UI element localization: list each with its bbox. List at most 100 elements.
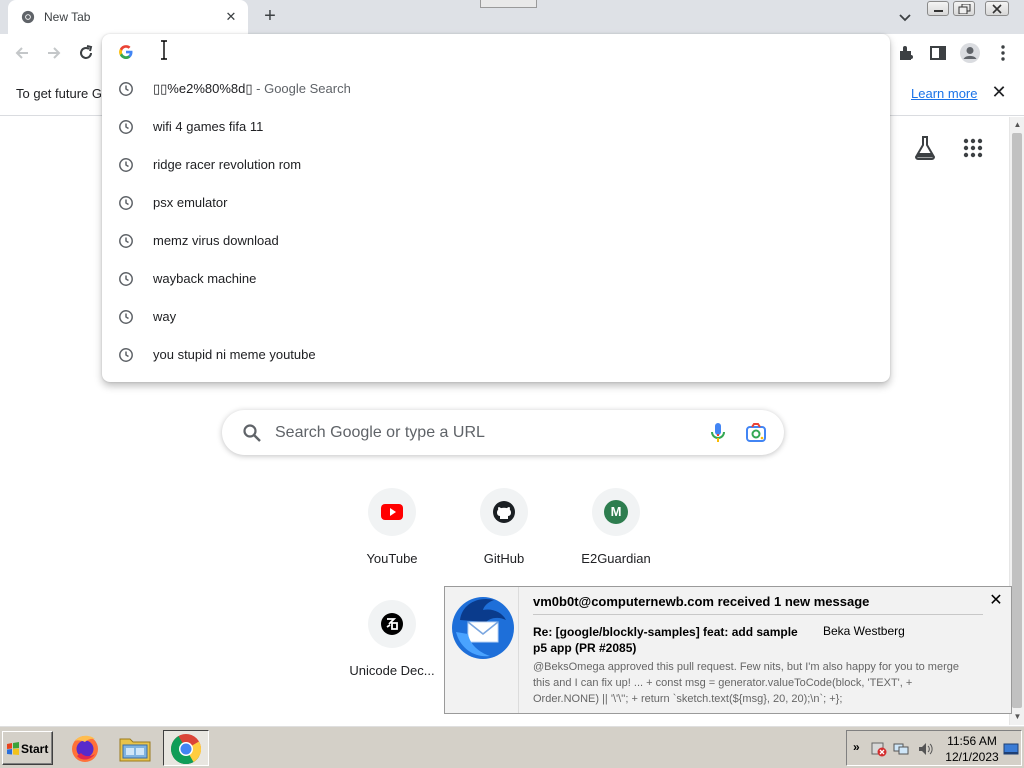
tab-close-icon[interactable]: ✕ bbox=[223, 9, 239, 25]
restore-button[interactable] bbox=[953, 1, 975, 16]
omnibox-suggestion[interactable]: wifi 4 games fifa 11 bbox=[102, 108, 890, 146]
notification-header-rule bbox=[533, 614, 983, 615]
learn-more-link[interactable]: Learn more bbox=[911, 86, 977, 101]
scroll-up-icon[interactable]: ▲ bbox=[1013, 120, 1022, 129]
letter-avatar-icon: M bbox=[604, 500, 628, 524]
notification-subject: Re: [google/blockly-samples] feat: add s… bbox=[533, 625, 798, 655]
new-tab-button[interactable]: + bbox=[258, 6, 282, 28]
ntp-search-box[interactable]: Search Google or type a URL bbox=[222, 410, 784, 455]
shortcut-e2guardian[interactable]: M E2Guardian bbox=[560, 488, 672, 600]
history-clock-icon bbox=[119, 348, 133, 362]
tab-search-icon[interactable] bbox=[896, 8, 914, 26]
scrollbar-thumb[interactable] bbox=[1012, 133, 1022, 708]
windows-flag-icon bbox=[7, 742, 19, 755]
taskbar-file-explorer[interactable] bbox=[117, 730, 153, 766]
shortcut-label: E2Guardian bbox=[581, 551, 651, 566]
show-desktop-icon[interactable] bbox=[1003, 741, 1019, 757]
omnibox-input[interactable] bbox=[102, 34, 890, 70]
chrome-icon bbox=[170, 734, 201, 765]
shortcut-icon-container bbox=[368, 600, 416, 648]
minimize-button[interactable] bbox=[927, 1, 949, 16]
suggestion-text: ridge racer revolution rom bbox=[153, 157, 302, 172]
suggestion-text: wifi 4 games fifa 11 bbox=[153, 119, 264, 134]
omnibox-suggestion[interactable]: ▯▯%e2%80%8d▯ - Google Search bbox=[102, 70, 890, 108]
reload-icon[interactable] bbox=[76, 43, 96, 63]
tab-title: New Tab bbox=[44, 10, 91, 24]
firefox-icon bbox=[72, 735, 98, 762]
shortcut-youtube[interactable]: YouTube bbox=[336, 488, 448, 600]
notification-close-icon[interactable]: ✕ bbox=[988, 593, 1004, 609]
info-bar-close-icon[interactable]: ✕ bbox=[990, 83, 1008, 101]
taskbar-firefox[interactable] bbox=[67, 730, 103, 766]
lens-camera-icon[interactable] bbox=[745, 422, 767, 444]
taskbar: Start » 11:56 AM 12/1/2023 bbox=[0, 725, 1024, 768]
tab-new-tab[interactable]: New Tab ✕ bbox=[8, 0, 248, 34]
chrome-icon bbox=[21, 10, 35, 24]
menu-icon[interactable] bbox=[993, 43, 1013, 63]
shortcut-icon-container: M bbox=[592, 488, 640, 536]
labs-flask-icon[interactable] bbox=[913, 135, 937, 161]
search-placeholder: Search Google or type a URL bbox=[275, 424, 485, 441]
omnibox-suggestion[interactable]: wayback machine bbox=[102, 260, 890, 298]
security-alert-icon[interactable] bbox=[871, 741, 887, 757]
suggestion-text: psx emulator bbox=[153, 195, 228, 210]
back-icon[interactable] bbox=[12, 43, 32, 63]
network-icon[interactable] bbox=[893, 741, 909, 757]
notification-sender: Beka Westberg bbox=[823, 624, 905, 638]
shortcut-label: YouTube bbox=[366, 551, 418, 566]
suggestion-text: way bbox=[153, 309, 177, 324]
history-clock-icon bbox=[119, 196, 133, 210]
minimize-icon bbox=[934, 10, 943, 12]
shortcut-unicode-decoder[interactable]: Unicode Dec... bbox=[336, 600, 448, 712]
omnibox-suggestion[interactable]: way bbox=[102, 298, 890, 336]
notification-body: @BeksOmega approved this pull request. F… bbox=[533, 661, 959, 705]
shortcut-icon-container bbox=[368, 488, 416, 536]
profile-icon[interactable] bbox=[959, 42, 981, 64]
clock-date[interactable]: 12/1/2023 bbox=[943, 750, 1001, 764]
omnibox-suggestion[interactable]: memz virus download bbox=[102, 222, 890, 260]
restore-icon bbox=[958, 4, 971, 14]
shortcut-icon-container bbox=[480, 488, 528, 536]
scroll-down-icon[interactable]: ▼ bbox=[1013, 712, 1022, 721]
omnibox-suggestion[interactable]: you stupid ni meme youtube bbox=[102, 336, 890, 374]
shortcut-github[interactable]: GitHub bbox=[448, 488, 560, 600]
history-clock-icon bbox=[119, 158, 133, 172]
notification-header: vm0b0t@computernewb.com received 1 new m… bbox=[533, 594, 870, 609]
mail-notification[interactable]: vm0b0t@computernewb.com received 1 new m… bbox=[444, 586, 1012, 714]
omnibox-dropdown: ▯▯%e2%80%8d▯ - Google Search wifi 4 game… bbox=[102, 34, 890, 382]
clock-time[interactable]: 11:56 AM bbox=[945, 734, 999, 748]
google-g-icon bbox=[119, 45, 133, 59]
suggestion-text: memz virus download bbox=[153, 233, 279, 248]
search-icon bbox=[243, 424, 261, 442]
suggestion-text: you stupid ni meme youtube bbox=[153, 347, 316, 362]
start-label: Start bbox=[21, 742, 49, 756]
omnibox-suggestion[interactable]: psx emulator bbox=[102, 184, 890, 222]
google-apps-icon[interactable] bbox=[963, 138, 983, 158]
history-clock-icon bbox=[119, 310, 133, 324]
folder-icon bbox=[119, 738, 151, 762]
info-bar-message: To get future G bbox=[16, 86, 102, 101]
volume-icon[interactable] bbox=[917, 741, 933, 757]
omnibox-suggestion[interactable]: ridge racer revolution rom bbox=[102, 146, 890, 184]
close-icon bbox=[992, 4, 1002, 14]
extensions-icon[interactable] bbox=[896, 43, 916, 63]
history-clock-icon bbox=[119, 234, 133, 248]
forward-icon[interactable] bbox=[44, 43, 64, 63]
history-clock-icon bbox=[119, 82, 133, 96]
taskbar-chrome[interactable] bbox=[163, 730, 209, 766]
unicode-icon bbox=[381, 613, 403, 635]
text-cursor-icon bbox=[161, 40, 167, 60]
suggestion-text: wayback machine bbox=[153, 271, 257, 286]
side-panel-icon[interactable] bbox=[928, 43, 948, 63]
history-clock-icon bbox=[119, 120, 133, 134]
voice-search-icon[interactable] bbox=[709, 422, 727, 444]
tab-strip: New Tab ✕ + bbox=[0, 0, 1024, 34]
tray-expand-icon[interactable]: » bbox=[853, 740, 860, 754]
close-window-button[interactable] bbox=[985, 1, 1009, 16]
window-drag-handle[interactable] bbox=[480, 0, 537, 8]
shortcut-label: GitHub bbox=[483, 551, 525, 566]
shortcut-label: Unicode Dec... bbox=[349, 663, 435, 678]
suggestion-text: ▯▯%e2%80%8d▯ - Google Search bbox=[153, 81, 351, 96]
thunderbird-icon bbox=[452, 597, 514, 659]
start-button[interactable]: Start bbox=[2, 731, 53, 765]
